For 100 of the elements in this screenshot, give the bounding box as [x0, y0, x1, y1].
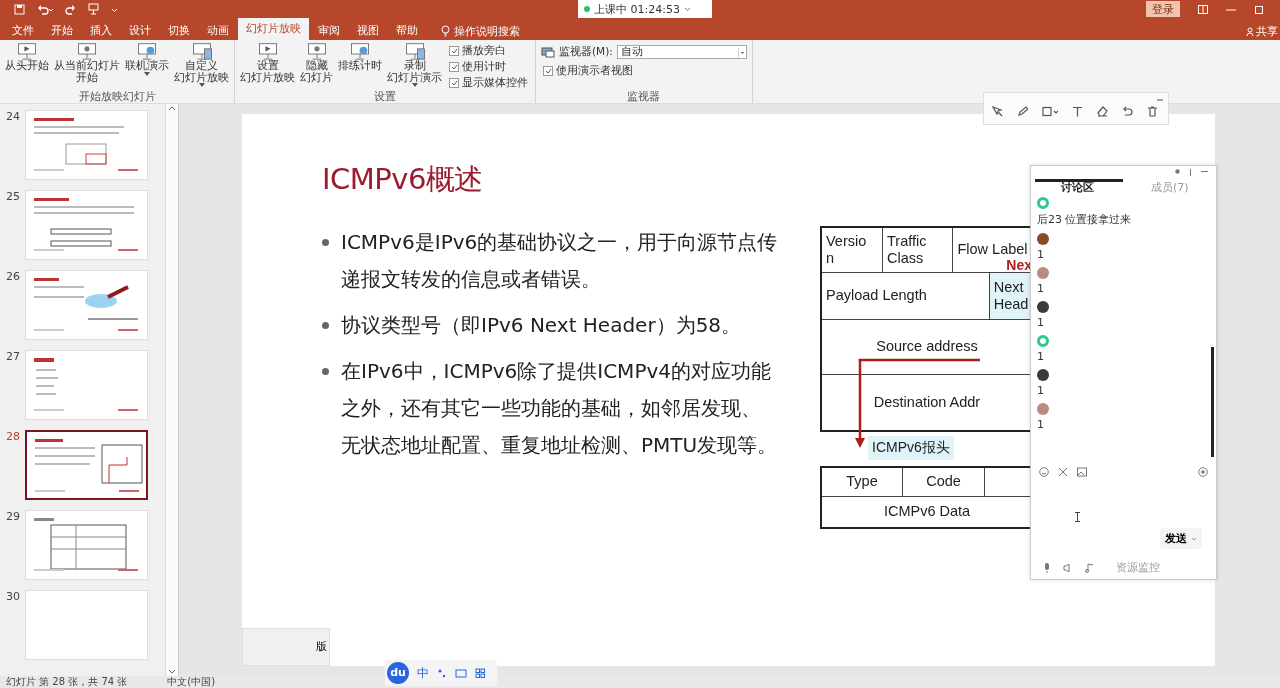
keyboard-icon[interactable]	[455, 668, 467, 678]
bullet-icon	[322, 238, 329, 246]
music-icon[interactable]	[1085, 563, 1094, 573]
microphone-icon[interactable]	[1043, 563, 1051, 573]
checkbox-label: 使用演示者视图	[556, 64, 633, 78]
record-icon[interactable]	[1198, 467, 1208, 477]
status-dot-icon	[584, 6, 590, 12]
redo-icon[interactable]	[65, 3, 76, 15]
text-cursor-icon	[1075, 512, 1080, 522]
checkbox[interactable]	[449, 78, 459, 88]
scissors-icon[interactable]	[1058, 467, 1068, 477]
smiley-icon[interactable]	[1039, 467, 1049, 477]
ribbon-button[interactable]: 隐藏 幻灯片	[298, 42, 335, 83]
ribbon-button[interactable]: 从头开始	[3, 42, 51, 72]
slide-number: 25	[5, 189, 20, 203]
slideshow-icon[interactable]	[88, 3, 99, 15]
ribbon-tab[interactable]: 幻灯片放映	[238, 18, 309, 40]
check-icon	[544, 68, 552, 74]
bullet-icon	[322, 321, 329, 329]
cell-text: Traffic Class	[887, 232, 927, 267]
check-icon	[450, 80, 458, 86]
ribbon-tab[interactable]: 视图	[349, 22, 387, 40]
scroll-down-icon[interactable]	[168, 668, 176, 676]
monitor-dropdown[interactable]: 自动	[616, 45, 747, 59]
rectangle-icon[interactable]	[1042, 106, 1058, 117]
chat-message: 1	[1037, 350, 1044, 363]
image-icon[interactable]	[1077, 467, 1087, 477]
caret-icon	[144, 71, 150, 76]
highlighted-cell: Next Head	[989, 272, 1032, 319]
minimize-icon[interactable]	[1201, 169, 1208, 174]
more-icon[interactable]	[1189, 169, 1192, 176]
chat-tab[interactable]: 讨论区	[1031, 179, 1124, 197]
text-tool-icon[interactable]	[1072, 106, 1083, 117]
eraser-icon[interactable]	[1097, 106, 1108, 117]
footer-tooltip: 版	[242, 627, 330, 666]
cell-text: Destination Addr	[873, 393, 981, 411]
send-button[interactable]: 发送	[1160, 528, 1202, 549]
login-button[interactable]: 登录	[1146, 1, 1180, 17]
cell-text: Code	[926, 473, 961, 491]
grid-icon[interactable]	[475, 668, 485, 678]
ribbon-button[interactable]: 联机演示	[123, 42, 171, 76]
group-label: 监视器	[626, 89, 662, 103]
group-label: 设置	[373, 89, 397, 103]
chat-message: 后23 位置接拿过来	[1037, 212, 1132, 227]
bullet-text: 协议类型号（即IPv6 Next Header）为58。	[341, 311, 742, 339]
ribbon-button[interactable]: 录制 幻灯片演示	[385, 42, 444, 87]
ribbon-button[interactable]: 从当前幻灯片 开始	[52, 42, 122, 83]
caret-icon	[737, 46, 746, 58]
ribbon-tab[interactable]: 插入	[82, 22, 120, 40]
check-icon	[450, 48, 458, 54]
ribbon-tab[interactable]: 设计	[121, 22, 159, 40]
ribbon-tab[interactable]: 审阅	[310, 22, 348, 40]
chat-message: 1	[1037, 384, 1044, 397]
monitor-icon	[541, 46, 555, 58]
checkbox[interactable]	[449, 62, 459, 72]
ribbon-display-icon[interactable]	[1198, 4, 1208, 14]
share-button[interactable]: 共享	[1256, 23, 1278, 39]
caret-icon	[1191, 536, 1197, 541]
ime-logo[interactable]: du	[387, 662, 409, 684]
pen-icon[interactable]	[1017, 106, 1028, 117]
cursor-icon[interactable]	[992, 106, 1003, 117]
lightbulb-icon[interactable]	[441, 25, 450, 37]
checkbox[interactable]	[543, 66, 553, 76]
session-status[interactable]: 上课中 01:24:53	[578, 0, 712, 18]
undo-icon[interactable]	[37, 3, 53, 15]
ribbon-button[interactable]: 排练计时	[336, 42, 384, 72]
save-icon[interactable]	[14, 3, 25, 15]
cell-text: Source address	[876, 338, 978, 356]
bullet-text: ICMPv6是IPv6的基础协议之一，用于向源节点传递报文转发的信息或者错误。	[341, 228, 779, 293]
ribbon-tab[interactable]: 开始	[43, 22, 81, 40]
bullet-icon	[322, 367, 329, 375]
scrollbar-thumb[interactable]	[1211, 347, 1214, 457]
bullet-text: 在IPv6中，ICMPv6除了提供ICMPv4的对应功能之外，还有其它一些功能的基础，如邻居发现、无状态地址配置、重复地址检测、PMTU发现等。	[341, 357, 779, 459]
undo-icon[interactable]	[1122, 106, 1133, 117]
caret-icon	[198, 83, 205, 87]
ribbon-tab[interactable]: 切换	[160, 22, 198, 40]
punctuation-icon[interactable]	[437, 668, 447, 678]
cell-text: ICMPv6 Data	[883, 503, 971, 521]
slide-number: 28	[5, 429, 20, 443]
pin-icon[interactable]	[1175, 169, 1180, 174]
slide-number: 29	[5, 509, 20, 523]
person-icon[interactable]	[1246, 26, 1254, 36]
cell-text: Versio n	[826, 232, 867, 267]
ribbon-button[interactable]: 自定义 幻灯片放映	[172, 42, 231, 87]
caret-icon[interactable]	[683, 5, 691, 13]
tell-me-search[interactable]: 操作说明搜索	[454, 23, 520, 39]
ribbon-tab[interactable]: 文件	[4, 22, 42, 40]
ime-mode[interactable]: 中	[417, 667, 429, 679]
checkbox[interactable]	[449, 46, 459, 56]
language-indicator: 中文(中国)	[167, 676, 216, 688]
cell-text: Payload Length	[826, 287, 927, 305]
slide-number: 26	[5, 269, 20, 283]
chat-tab[interactable]: 成员(7)	[1123, 179, 1216, 197]
ribbon-tab[interactable]: 动画	[199, 22, 237, 40]
maximize-icon[interactable]	[1254, 4, 1264, 14]
speaker-icon[interactable]	[1063, 563, 1073, 573]
trash-icon[interactable]	[1147, 106, 1158, 117]
slide-number: 24	[5, 109, 20, 123]
ribbon-button[interactable]: 设置 幻灯片放映	[238, 42, 297, 83]
ribbon-tab[interactable]: 帮助	[388, 22, 426, 40]
